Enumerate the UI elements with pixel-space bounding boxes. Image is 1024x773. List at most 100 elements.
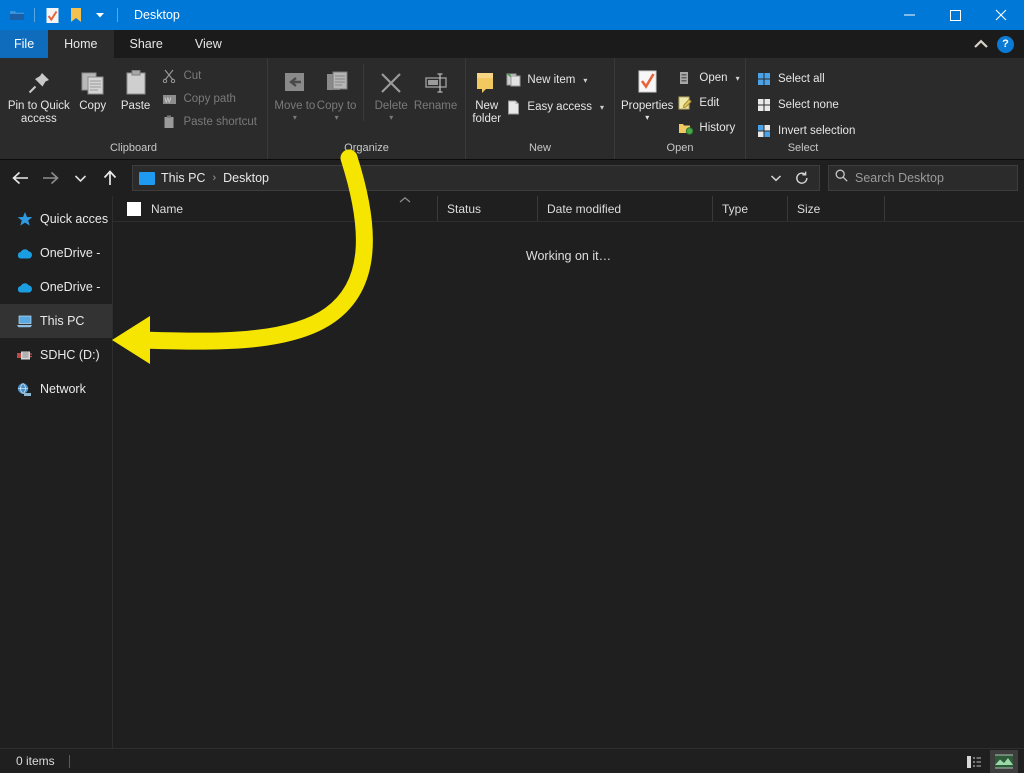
new-folder-icon [473,66,501,100]
sidebar-label-onedrive-1: OneDrive - [40,246,100,260]
column-header-size[interactable]: Size [788,196,885,221]
easy-access-icon [505,99,521,115]
up-button[interactable] [96,164,124,192]
breadcrumb-separator-1: › [212,172,216,184]
paste-shortcut-button[interactable]: Paste shortcut [157,113,261,131]
select-none-button[interactable]: Select none [752,96,859,114]
easy-access-caret-icon[interactable]: ▾ [600,103,604,112]
select-group-label: Select [746,141,860,159]
new-folder-button[interactable]: New folder [472,62,501,126]
new-item-caret-icon[interactable]: ▾ [583,76,587,85]
breadcrumb-desktop[interactable]: Desktop [223,171,269,185]
move-to-button[interactable]: Move to ▾ [274,62,316,122]
back-button[interactable] [6,164,34,192]
sidebar-item-onedrive-2[interactable]: OneDrive - [0,270,112,304]
recent-locations-button[interactable] [66,164,94,192]
window-controls [886,0,1024,30]
file-explorer-window: Desktop File Home Share View ? [0,0,1024,773]
copy-to-button[interactable]: Copy to ▾ [316,62,358,122]
scissors-icon [161,68,177,84]
delete-button[interactable]: Delete ▾ [370,62,412,122]
properties-button[interactable]: Properties ▾ [621,62,673,122]
properties-caret-icon[interactable]: ▾ [645,114,649,122]
copy-button[interactable]: Copy [72,62,114,113]
details-view-button[interactable] [960,750,988,773]
minimize-button[interactable] [886,0,932,30]
qat-separator [34,8,35,22]
tab-share[interactable]: Share [114,30,179,58]
rename-button[interactable]: Rename [412,62,459,113]
rename-icon [422,66,450,100]
address-bar[interactable]: This PC › Desktop [132,165,820,191]
pin-to-quick-access-button[interactable]: Pin to Quick access [6,62,72,126]
sidebar-item-quick-access[interactable]: Quick acces [0,202,112,236]
search-input[interactable]: Search Desktop [855,171,944,185]
folder-blue-icon [139,172,155,185]
edit-pencil-icon [677,95,693,111]
explorer-icon[interactable] [6,4,28,26]
tab-view[interactable]: View [179,30,238,58]
refresh-icon[interactable] [789,166,815,190]
title-bar: Desktop [0,0,1024,30]
open-small-commands: Open ▾ Edit [673,62,743,137]
tab-file[interactable]: File [0,30,48,58]
maximize-button[interactable] [932,0,978,30]
help-icon[interactable]: ? [997,36,1014,53]
forward-button[interactable] [36,164,64,192]
organize-divider [363,64,364,121]
sidebar-item-sdhc[interactable]: SDHC (D:) [0,338,112,372]
column-header-type[interactable]: Type [713,196,788,221]
delete-x-icon [378,66,404,100]
chevron-up-icon[interactable] [973,37,989,52]
item-count-label: 0 items [16,754,55,768]
window-title: Desktop [134,8,180,22]
ribbon-group-select: Select all Select none [745,58,860,159]
paste-button[interactable]: Paste [114,62,158,113]
open-button[interactable]: Open ▾ [673,69,743,87]
ribbon-group-open: Properties ▾ Open [614,58,745,159]
breadcrumb-this-pc[interactable]: This PC [161,171,205,185]
cut-button[interactable]: Cut [157,67,261,85]
star-pin-icon [16,211,33,228]
copy-path-button[interactable]: W Copy path [157,90,261,108]
open-caret-icon[interactable]: ▾ [736,74,740,83]
sidebar-label-network: Network [40,382,86,396]
easy-access-button[interactable]: Easy access ▾ [501,98,608,116]
delete-caret-icon[interactable]: ▾ [389,114,393,122]
select-all-button[interactable]: Select all [752,70,859,88]
copy-to-caret-icon[interactable]: ▾ [335,114,339,122]
close-button[interactable] [978,0,1024,30]
large-icons-view-button[interactable] [990,750,1018,773]
sidebar-label-this-pc: This PC [40,314,84,328]
new-item-button[interactable]: New item ▾ [501,71,608,89]
move-to-caret-icon[interactable]: ▾ [293,114,297,122]
open-group-label: Open [615,141,745,159]
navigation-pane: Quick acces OneDrive - OneDrive - [0,196,113,748]
svg-text:W: W [164,97,171,104]
rename-label: Rename [414,100,457,113]
column-header-date-modified[interactable]: Date modified [538,196,713,221]
file-list[interactable]: Working on it… [113,222,1024,748]
invert-selection-button[interactable]: Invert selection [752,122,859,140]
column-header-status[interactable]: Status [438,196,538,221]
tab-home[interactable]: Home [48,30,113,58]
column-header-name[interactable]: Name [113,196,438,221]
select-all-checkbox[interactable] [127,202,141,216]
copy-icon [79,66,107,100]
column-header-size-label: Size [797,202,820,216]
history-button[interactable]: History [673,119,743,137]
new-folder-icon[interactable] [65,4,87,26]
address-history-dropdown-icon[interactable] [763,166,789,190]
edit-button[interactable]: Edit [673,94,743,112]
sidebar-item-onedrive-1[interactable]: OneDrive - [0,236,112,270]
properties-icon[interactable] [41,4,63,26]
copy-path-label: Copy path [183,93,235,105]
ribbon-group-new: New folder New item ▾ [465,58,614,159]
customize-dropdown-icon[interactable] [89,4,111,26]
sidebar-item-this-pc[interactable]: This PC [0,304,112,338]
select-all-icon [756,71,772,87]
ribbon-group-clipboard: Pin to Quick access Copy [0,58,267,159]
search-box[interactable]: Search Desktop [828,165,1018,191]
sidebar-item-network[interactable]: Network [0,372,112,406]
select-small-commands: Select all Select none [752,62,859,140]
